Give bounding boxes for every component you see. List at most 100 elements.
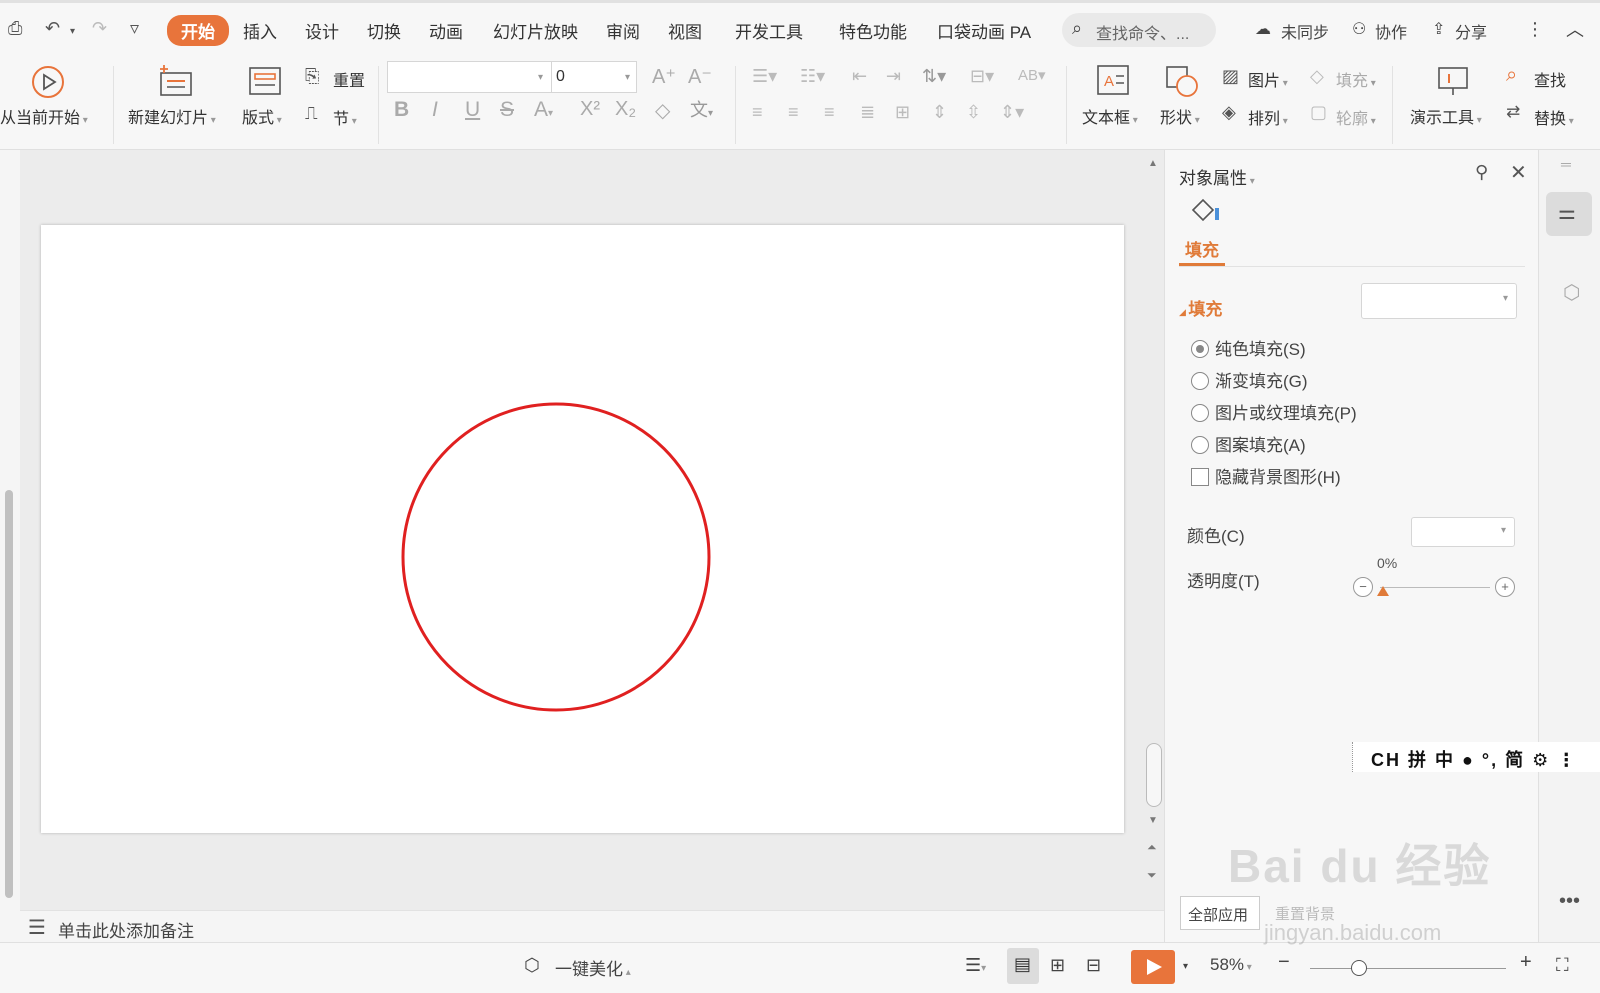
fill-type-dropdown[interactable]: ▾ — [1361, 283, 1517, 319]
align-right-icon[interactable]: ≡ — [824, 102, 835, 123]
grid-view-icon[interactable]: ⊞ — [1050, 955, 1065, 976]
zoom-out-icon[interactable]: − — [1278, 951, 1290, 974]
reset-button[interactable]: 重置 — [333, 67, 365, 91]
fill-section-header[interactable]: ◢ 填充 — [1179, 295, 1222, 320]
prev-slide-icon[interactable]: ⏶ — [1147, 840, 1157, 855]
font-size-field[interactable]: 0 ▾ — [551, 61, 637, 93]
play-options-chevron-icon[interactable]: ▾ — [1183, 961, 1188, 972]
drag-handle-icon[interactable]: ═ — [1561, 156, 1571, 172]
bold-icon[interactable]: B — [394, 98, 409, 122]
justify-icon[interactable]: ≣ — [860, 102, 875, 123]
align-left-icon[interactable]: ≡ — [752, 102, 763, 123]
left-scrollbar[interactable] — [5, 490, 13, 898]
play-slideshow-button[interactable] — [1131, 950, 1175, 984]
tab-animation[interactable]: 动画 — [429, 18, 463, 43]
arrange-button[interactable]: 排列 ▾ — [1248, 105, 1288, 129]
normal-view-button[interactable]: ▤ — [1007, 948, 1039, 984]
more-options-icon[interactable]: ••• — [1559, 890, 1580, 913]
tab-slideshow[interactable]: 幻灯片放映 — [493, 18, 578, 43]
layout-button[interactable]: 版式 ▾ — [242, 104, 282, 128]
color-dropdown[interactable]: ▾ — [1411, 517, 1515, 547]
radio-picture-fill[interactable]: 图片或纹理填充(P) — [1191, 399, 1357, 424]
tab-transition[interactable]: 切换 — [367, 18, 401, 43]
circle-shape[interactable] — [401, 402, 711, 712]
cube-icon[interactable]: ⬡ — [1563, 280, 1580, 305]
spacing-dropdown-icon[interactable]: ⇕▾ — [1000, 102, 1024, 123]
font-color-icon[interactable]: A▾ — [534, 98, 553, 122]
fill-button[interactable]: 填充 ▾ — [1336, 67, 1376, 91]
tab-design[interactable]: 设计 — [305, 18, 339, 43]
print-preview-icon[interactable]: ⎙ — [8, 18, 22, 39]
close-icon[interactable]: ✕ — [1510, 160, 1527, 185]
radio-button[interactable] — [1191, 436, 1209, 454]
slide-canvas[interactable] — [41, 225, 1124, 833]
scroll-down-icon[interactable]: ▼ — [1148, 815, 1158, 826]
zoom-in-icon[interactable]: + — [1520, 951, 1532, 974]
radio-button[interactable] — [1191, 372, 1209, 390]
reading-view-icon[interactable]: ⊟ — [1086, 955, 1101, 976]
radio-solid-fill[interactable]: 纯色填充(S) — [1191, 335, 1306, 360]
underline-icon[interactable]: U — [465, 98, 480, 122]
pin-icon[interactable]: ⚲ — [1475, 162, 1488, 183]
increase-font-icon[interactable]: A⁺ — [652, 64, 676, 89]
undo-icon[interactable]: ↶ — [45, 18, 60, 39]
hide-background-checkbox[interactable]: 隐藏背景图形(H) — [1191, 463, 1341, 488]
from-current-button[interactable]: 从当前开始 ▾ — [0, 104, 88, 128]
redo-icon[interactable]: ↷ — [92, 18, 107, 39]
transparency-slider[interactable] — [1380, 587, 1490, 588]
tab-features[interactable]: 特色功能 — [839, 18, 907, 43]
subscript-icon[interactable]: X₂ — [615, 98, 636, 121]
tab-pocket-animation[interactable]: 口袋动画 PA — [937, 18, 1031, 43]
apply-all-button[interactable]: 全部应用 — [1180, 896, 1260, 930]
beautify-button[interactable]: 一键美化 ▴ — [555, 955, 631, 980]
more-vertical-icon[interactable]: ⋮ — [1526, 19, 1544, 40]
phonetic-icon[interactable]: 文▾ — [690, 96, 713, 122]
presentation-tools-button[interactable]: 演示工具 ▾ — [1410, 104, 1482, 128]
line-spacing-icon[interactable]: ⇕ — [932, 102, 947, 123]
text-box-ab-icon[interactable]: AB▾ — [1018, 66, 1046, 84]
radio-gradient-fill[interactable]: 渐变填充(G) — [1191, 367, 1308, 392]
transparency-minus-button[interactable]: − — [1353, 577, 1373, 597]
decrease-font-icon[interactable]: A⁻ — [688, 64, 712, 89]
collab-button[interactable]: 协作 — [1375, 19, 1407, 43]
collapse-ribbon-icon[interactable]: ︿ — [1566, 16, 1584, 42]
transparency-plus-button[interactable]: + — [1495, 577, 1515, 597]
outline-button[interactable]: 轮廓 ▾ — [1336, 105, 1376, 129]
undo-dropdown-icon[interactable]: ▾ — [70, 26, 75, 37]
section-button[interactable]: 节 ▾ — [333, 105, 357, 129]
radio-pattern-fill[interactable]: 图案填充(A) — [1191, 431, 1306, 456]
notes-toggle-icon[interactable]: ☰▾ — [965, 955, 986, 976]
superscript-icon[interactable]: X² — [580, 98, 600, 121]
tab-review[interactable]: 审阅 — [606, 18, 640, 43]
panel-title[interactable]: 对象属性 ▾ — [1179, 164, 1255, 189]
share-icon[interactable]: ⇪ — [1432, 19, 1445, 39]
cloud-sync-icon[interactable]: ☁ — [1255, 19, 1271, 39]
zoom-slider[interactable] — [1310, 968, 1506, 969]
checkbox[interactable] — [1191, 468, 1209, 486]
paragraph-spacing-icon[interactable]: ⇳ — [966, 102, 981, 123]
text-direction-icon[interactable]: ⇅▾ — [922, 66, 946, 87]
zoom-level[interactable]: 58% ▾ — [1210, 955, 1252, 975]
replace-button[interactable]: 替换 ▾ — [1534, 105, 1574, 129]
new-slide-button[interactable]: 新建幻灯片 ▾ — [128, 104, 216, 128]
increase-indent-icon[interactable]: ⇥ — [886, 66, 901, 87]
fit-window-icon[interactable]: ⛶ — [1556, 955, 1569, 976]
sync-status[interactable]: 未同步 — [1281, 19, 1329, 43]
search-input[interactable]: ⌕ 查找命令、... — [1062, 13, 1216, 47]
scroll-up-icon[interactable]: ▲ — [1148, 158, 1158, 169]
decrease-indent-icon[interactable]: ⇤ — [852, 66, 867, 87]
strikethrough-icon[interactable]: S — [500, 98, 514, 122]
distribute-icon[interactable]: ⊞ — [895, 102, 910, 123]
tab-developer[interactable]: 开发工具 — [735, 18, 803, 43]
radio-button[interactable] — [1191, 340, 1209, 358]
collab-icon[interactable]: ⚇ — [1352, 19, 1366, 39]
textbox-button[interactable]: 文本框 ▾ — [1082, 104, 1138, 128]
share-button[interactable]: 分享 — [1455, 19, 1487, 43]
bullet-list-icon[interactable]: ☰▾ — [752, 66, 777, 87]
notes-pane[interactable]: ☰ 单击此处添加备注 — [20, 910, 1164, 942]
find-button[interactable]: 查找 — [1534, 67, 1566, 91]
picture-button[interactable]: 图片 ▾ — [1248, 67, 1288, 91]
next-slide-icon[interactable]: ⏷ — [1147, 868, 1157, 883]
tab-view[interactable]: 视图 — [668, 18, 702, 43]
zoom-slider-thumb[interactable] — [1351, 960, 1367, 976]
